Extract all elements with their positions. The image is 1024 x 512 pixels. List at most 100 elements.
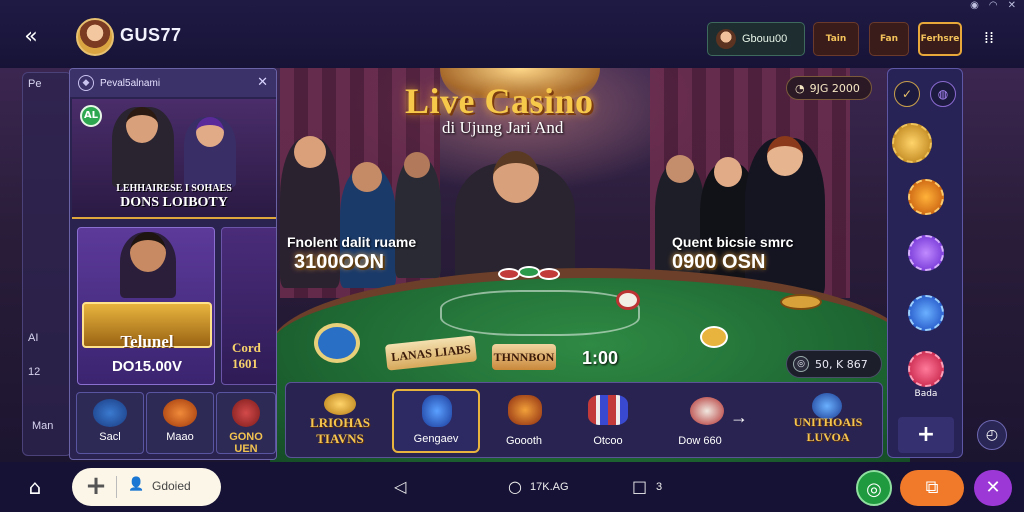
strip-item-1[interactable]: LRIOHAS TIAVNS <box>294 389 386 453</box>
potion-icon <box>422 395 452 427</box>
chip-green <box>518 266 540 278</box>
mini-tile-label: Sacl <box>99 431 121 443</box>
balance-chip[interactable]: Gbouu00 <box>707 22 805 56</box>
purple-gear-icon[interactable] <box>908 235 944 271</box>
prize-right-label: Quent bicsie smrc <box>672 234 794 250</box>
ghost-item-1: Pe <box>28 78 42 90</box>
prize-left-label: Fnolent dalit ruame <box>287 234 417 250</box>
home-button[interactable]: ⌂ <box>22 475 48 501</box>
strip-item-5[interactable]: Dow 660 → <box>658 389 748 453</box>
pill-text: Gdoied <box>152 479 191 493</box>
top-tile-2[interactable]: Fan <box>869 22 909 56</box>
gold-coin-gear[interactable] <box>892 123 932 163</box>
red-gear-icon[interactable] <box>908 351 944 387</box>
strip-item-title: LRIOHAS TIAVNS <box>310 415 370 446</box>
game-host-figure <box>120 232 176 298</box>
close-system-icon[interactable]: ✕ <box>1008 0 1016 12</box>
strip-item-6[interactable]: UNITHOAIS LUVOA <box>780 389 876 453</box>
hero-subtitle: di Ujung Jari And <box>442 118 564 137</box>
rail-check-button[interactable]: ✓ <box>894 81 920 107</box>
top-tile-1[interactable]: Tain <box>813 22 859 56</box>
strip-item-title: UNITHOAIS LUVOA <box>793 415 863 444</box>
dice-icon <box>690 397 724 425</box>
rail-info-button[interactable]: ◍ <box>930 81 956 107</box>
chip-gold <box>700 326 728 348</box>
top-bar: ◉ ◠ ✕ « GUS77 Gbouu00 Tain Fan Ferhsre ⁞… <box>0 0 1024 68</box>
chip-white <box>616 290 640 310</box>
player-figure-6 <box>745 136 825 298</box>
chip-blue-large <box>314 323 360 363</box>
top-tile-1-label: Tain <box>825 34 847 44</box>
more-options-button[interactable]: ⁞⁞ <box>978 28 1000 50</box>
rail-add-button[interactable]: + <box>898 417 954 453</box>
chips-icon <box>588 395 628 425</box>
featured-dealer-1 <box>112 107 174 187</box>
treasure-icon <box>508 395 542 425</box>
prize-right-value: 0900 OSN <box>672 251 766 273</box>
blue-gear-icon[interactable] <box>908 295 944 331</box>
home-icon: ⌂ <box>28 475 42 499</box>
plus-icon[interactable]: + <box>82 472 110 500</box>
balance-text: Gbouu00 <box>742 33 788 45</box>
ball-icon <box>232 399 260 427</box>
nav-home-circle-icon[interactable]: ○ <box>508 477 522 496</box>
game-strip: LRIOHAS TIAVNS Gengaev Goooth Otcoo Dow … <box>285 382 883 458</box>
panel-title: Peval5alnami <box>100 77 161 89</box>
game-card-side[interactable]: Cord 1601 <box>221 227 276 385</box>
action-pill[interactable]: + 👤 Gdoied <box>72 468 221 506</box>
timer-text: 9JG 2000 <box>809 81 860 95</box>
dealer-figure <box>455 151 575 283</box>
green-action-button[interactable]: ◎ <box>856 470 892 506</box>
ticket-icon: ⧉ <box>925 477 939 498</box>
stat-text: 50, K 867 <box>815 357 868 371</box>
feature-badge: AL <box>80 105 102 127</box>
orange-action-button[interactable]: ⧉ <box>900 470 964 506</box>
player-figure-3 <box>395 152 441 278</box>
user-avatar[interactable] <box>76 18 114 56</box>
system-status-icons: ◉ ◠ ✕ <box>970 0 1016 12</box>
strip-item-name: Gengaev <box>413 433 459 445</box>
gauge-icon: ◴ <box>985 427 999 443</box>
nav-recents-icon[interactable]: □ <box>632 477 647 496</box>
nav-back-icon[interactable]: ◁ <box>394 477 406 496</box>
panel-close-icon[interactable]: ✕ <box>257 75 268 90</box>
target-icon: ◎ <box>866 479 882 500</box>
strip-item-2[interactable]: Gengaev <box>392 389 480 453</box>
floating-settings-button[interactable]: ◴ <box>977 420 1007 450</box>
game-label: Telunel <box>120 332 174 351</box>
strip-item-4[interactable]: Otcoo <box>566 389 650 453</box>
bottom-nav: ⌂ + 👤 Gdoied ◁ ○ 17K.AG □ 3 ◎ ⧉ ✕ <box>0 462 1024 512</box>
mini-tile-maao[interactable]: Maao <box>146 392 214 454</box>
mini-tile-label: GONO UEN <box>229 431 263 455</box>
feature-caption-bottom: DONS LOIBOTY <box>120 195 228 210</box>
arrow-right-icon: → <box>730 407 748 427</box>
back-button[interactable]: « <box>16 24 46 50</box>
mini-tile-gono[interactable]: GONO UEN <box>216 392 276 455</box>
featured-game-card[interactable]: AL LEHHAIRESE I SOHAES DONS LOIBOTY <box>72 99 276 219</box>
table-betting-layout[interactable] <box>440 290 640 336</box>
ghost-item-4: Man <box>32 420 54 432</box>
ghost-item-2: AI <box>28 332 39 344</box>
flame-icon <box>163 399 197 427</box>
info-circle-icon: ◍ <box>937 87 949 101</box>
close-action-button[interactable]: ✕ <box>974 470 1012 506</box>
panel-header: ◆ Peval5alnami ✕ <box>70 69 276 97</box>
strip-item-name: Goooth <box>505 435 543 447</box>
game-value: DO15.00V <box>111 358 183 375</box>
gold-coins-icon <box>324 393 356 415</box>
stat-chip[interactable]: ◎ 50, K 867 <box>786 350 882 378</box>
check-icon: ✓ <box>901 87 913 101</box>
wifi-icon: ◠ <box>988 0 998 11</box>
top-tile-3[interactable]: Ferhsre <box>918 22 962 56</box>
mini-tile-sacl[interactable]: Sacl <box>76 392 144 454</box>
chip-red <box>498 268 520 280</box>
strip-item-name: Otcoo <box>593 435 623 447</box>
username: GUS77 <box>120 25 182 45</box>
pill-divider <box>116 476 117 498</box>
double-chevron-left-icon: « <box>24 24 38 49</box>
nav-counter: 17K.AG <box>530 481 569 493</box>
strip-item-3[interactable]: Goooth <box>486 389 562 453</box>
game-card-telunel[interactable]: Telunel DO15.00V <box>77 227 215 385</box>
timer-chip[interactable]: ◔ 9JG 2000 <box>786 76 872 100</box>
orange-gear-icon[interactable] <box>908 179 944 215</box>
